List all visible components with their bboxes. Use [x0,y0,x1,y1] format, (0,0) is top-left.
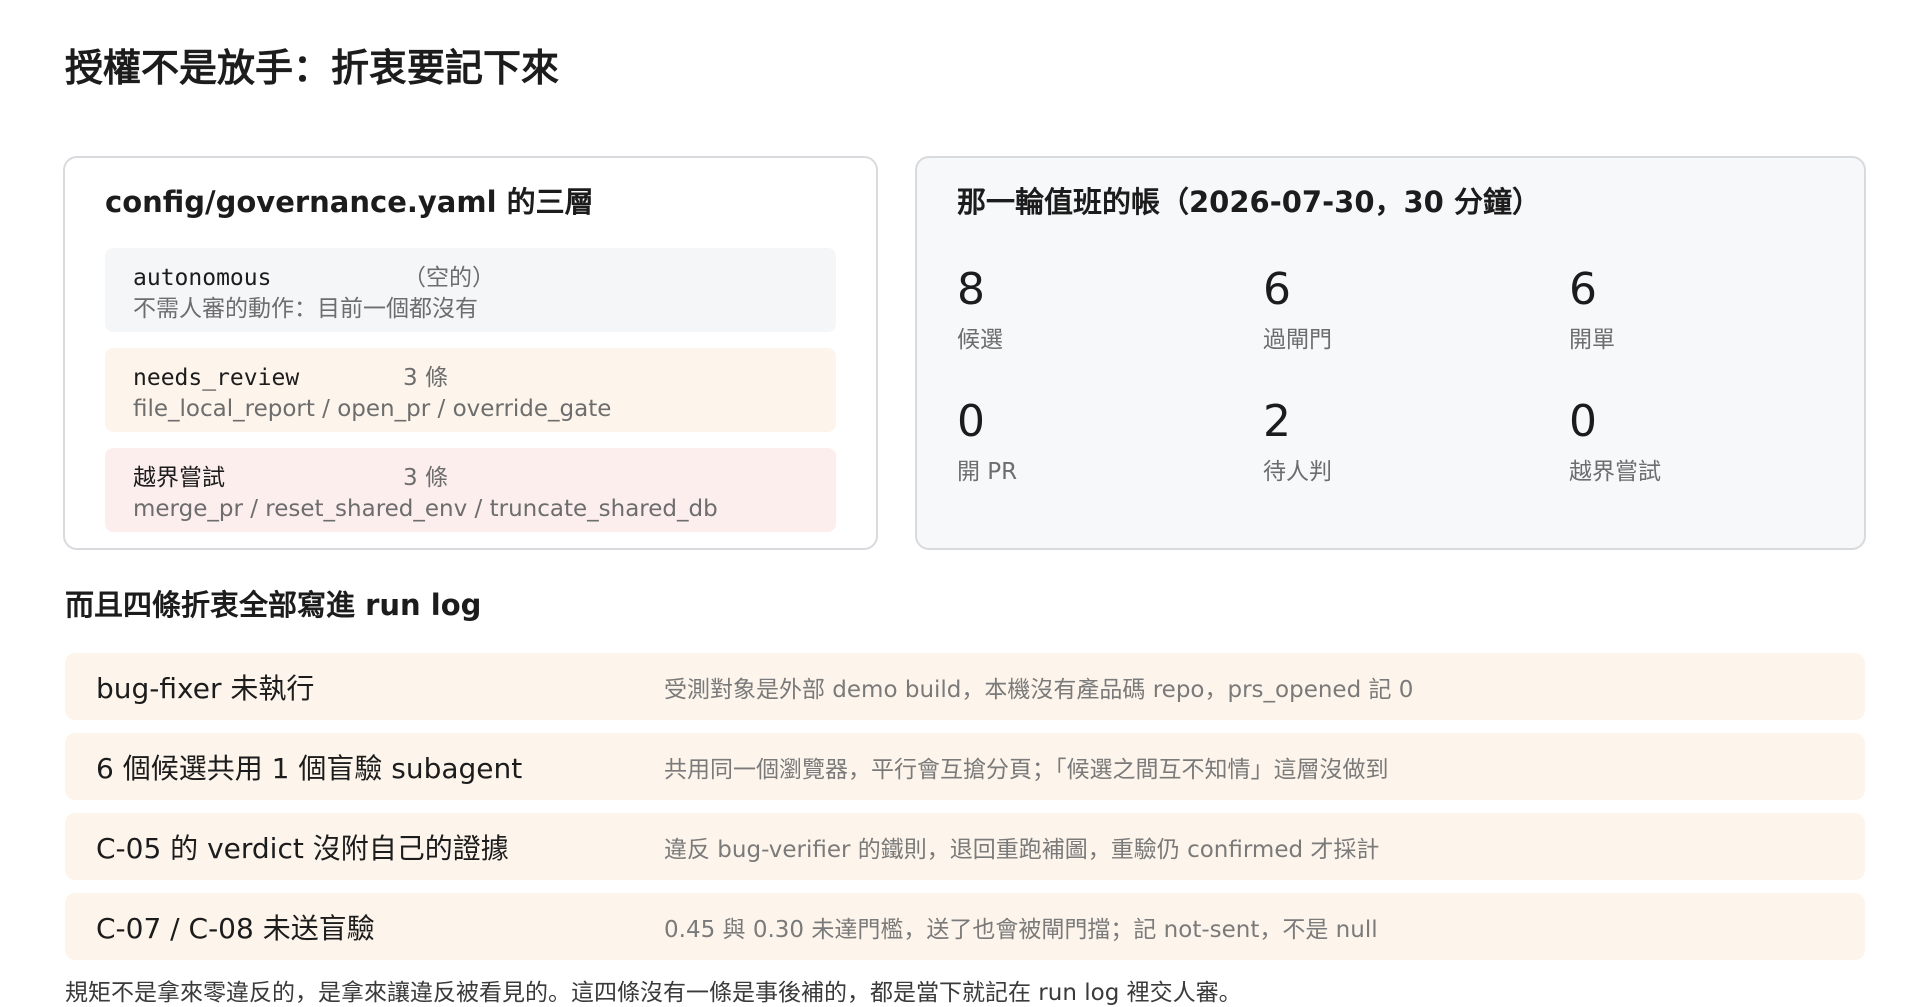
runlog-item-title: 6 個候選共用 1 個盲驗 subagent [96,751,523,785]
stat-value: 2 [1263,396,1291,447]
tier-desc: file_local_report / open_pr / override_g… [133,396,612,422]
runlog-item: bug-fixer 未執行 受測對象是外部 demo build，本機沒有產品碼… [65,653,1865,720]
runlog-item-title: C-05 的 verdict 沒附自己的證據 [96,831,509,865]
runlog-item-detail: 違反 bug-verifier 的鐵則，退回重跑補圖，重驗仍 confirmed… [664,836,1380,863]
stat-pending-human: 2 待人判 [1263,396,1563,486]
tier-desc: merge_pr / reset_shared_env / truncate_s… [133,496,718,522]
stat-label: 待人判 [1263,459,1332,486]
shift-card: 那一輪值班的帳（2026-07-30，30 分鐘） 8 候選 6 過閘門 6 開… [915,156,1866,550]
runlog-item: 6 個候選共用 1 個盲驗 subagent 共用同一個瀏覽器，平行會互搶分頁；… [65,733,1865,800]
stat-label: 開 PR [957,459,1018,486]
stat-tickets-opened: 6 開單 [1569,264,1869,354]
page: 授權不是放手：折衷要記下來 config/governance.yaml 的三層… [0,0,1920,1006]
stat-value: 0 [1569,396,1597,447]
tier-autonomous: autonomous （空的） 不需人審的動作：目前一個都沒有 [105,248,836,332]
runlog-item-detail: 受測對象是外部 demo build，本機沒有產品碼 repo，prs_open… [664,676,1414,703]
runlog-item-title: C-07 / C-08 未送盲驗 [96,911,375,945]
stat-value: 8 [957,264,985,315]
governance-card: config/governance.yaml 的三層 autonomous （空… [63,156,878,550]
tier-name: 越界嘗試 [133,465,225,491]
tier-name: autonomous [133,265,272,291]
stat-value: 6 [1569,264,1597,315]
stat-label: 過閘門 [1263,327,1332,354]
runlog-item-detail: 共用同一個瀏覽器，平行會互搶分頁；「候選之間互不知情」這層沒做到 [664,756,1389,783]
stat-value: 0 [957,396,985,447]
shift-title: 那一輪值班的帳（2026-07-30，30 分鐘） [957,185,1541,219]
stat-label: 開單 [1569,327,1615,354]
runlog-item: C-05 的 verdict 沒附自己的證據 違反 bug-verifier 的… [65,813,1865,880]
runlog-item-detail: 0.45 與 0.30 未達門檻，送了也會被閘門擋；記 not-sent，不是 … [664,916,1378,943]
stat-label: 候選 [957,327,1003,354]
tier-boundary-attempts: 越界嘗試 3 條 merge_pr / reset_shared_env / t… [105,448,836,532]
runlog-item-title: bug-fixer 未執行 [96,671,315,705]
stat-candidates: 8 候選 [957,264,1257,354]
runlog-title: 而且四條折衷全部寫進 run log [65,588,482,622]
footnote: 規矩不是拿來零違反的，是拿來讓違反被看見的。這四條沒有一條是事後補的，都是當下就… [65,980,1242,1006]
tier-name: needs_review [133,365,300,391]
tier-count: （空的） [403,265,495,291]
tier-needs-review: needs_review 3 條 file_local_report / ope… [105,348,836,432]
stat-passed-gate: 6 過閘門 [1263,264,1563,354]
tier-count: 3 條 [403,465,448,491]
tier-desc: 不需人審的動作：目前一個都沒有 [133,296,478,322]
stat-boundary-attempts: 0 越界嘗試 [1569,396,1869,486]
runlog-item: C-07 / C-08 未送盲驗 0.45 與 0.30 未達門檻，送了也會被閘… [65,893,1865,960]
stat-label: 越界嘗試 [1569,459,1661,486]
page-title: 授權不是放手：折衷要記下來 [65,46,560,90]
stat-prs-opened: 0 開 PR [957,396,1257,486]
stat-value: 6 [1263,264,1291,315]
tier-count: 3 條 [403,365,448,391]
governance-title: config/governance.yaml 的三層 [105,185,594,219]
